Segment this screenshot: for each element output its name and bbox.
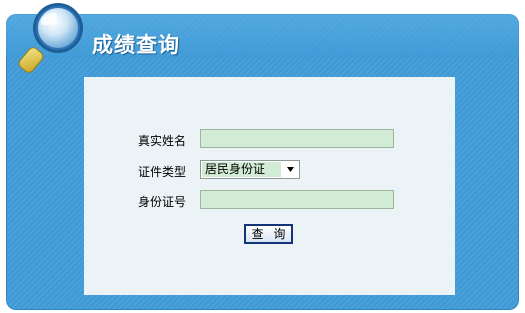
score-query-page: 成绩查询 真实姓名 证件类型 居民身份证 身份证号 查 询 — [0, 0, 525, 313]
page-title: 成绩查询 — [92, 33, 180, 57]
id-number-label: 身份证号 — [138, 195, 187, 209]
query-form: 真实姓名 证件类型 居民身份证 身份证号 查 询 — [84, 77, 455, 295]
id-type-select[interactable]: 居民身份证 — [200, 160, 300, 179]
name-label: 真实姓名 — [138, 134, 187, 148]
id-type-selected-value: 居民身份证 — [202, 162, 281, 177]
id-number-row: 身份证号 — [84, 190, 455, 212]
magnifier-icon — [18, 3, 83, 73]
id-number-input[interactable] — [200, 190, 394, 209]
id-type-row: 证件类型 居民身份证 — [84, 160, 455, 182]
real-name-input[interactable] — [200, 129, 394, 148]
query-button[interactable]: 查 询 — [244, 224, 293, 244]
chevron-down-icon — [287, 167, 294, 172]
name-row: 真实姓名 — [84, 129, 455, 151]
id-type-label: 证件类型 — [138, 165, 187, 179]
